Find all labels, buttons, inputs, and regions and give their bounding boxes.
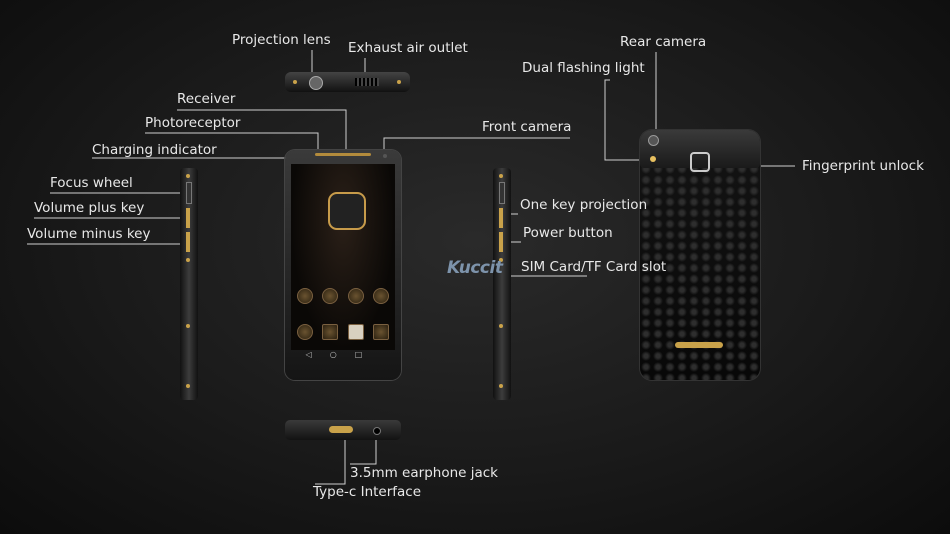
label-dual-flashing-light: Dual flashing light xyxy=(522,60,645,76)
gold-screw xyxy=(293,80,297,84)
one-key-projection-button xyxy=(499,208,503,228)
phone-icon xyxy=(297,324,313,340)
label-front-camera: Front camera xyxy=(482,119,572,135)
front-camera-icon xyxy=(383,154,387,158)
projector-top-view xyxy=(285,72,410,92)
type-c-port-icon xyxy=(329,426,353,433)
app-icon xyxy=(347,288,364,304)
label-focus-wheel: Focus wheel xyxy=(50,175,133,191)
label-power-button: Power button xyxy=(523,225,613,241)
app-icon xyxy=(297,288,313,304)
label-projection-lens: Projection lens xyxy=(232,32,331,48)
label-volume-minus-key: Volume minus key xyxy=(27,226,151,242)
power-button xyxy=(499,232,503,252)
label-rear-camera: Rear camera xyxy=(620,34,707,50)
flash-icon xyxy=(650,156,656,162)
earphone-jack-icon xyxy=(373,427,381,435)
gold-screw xyxy=(186,174,190,178)
exhaust-vent-icon xyxy=(355,78,379,86)
volume-minus-key xyxy=(186,232,190,252)
phone-screen xyxy=(291,164,395,350)
fingerprint-sensor-icon xyxy=(690,152,710,172)
label-exhaust-air-outlet: Exhaust air outlet xyxy=(348,40,468,56)
gold-screw xyxy=(186,258,190,262)
label-sim-tf-slot: SIM Card/TF Card slot xyxy=(521,259,667,275)
label-type-c: Type-c Interface xyxy=(313,484,422,500)
label-photoreceptor: Photoreceptor xyxy=(145,115,241,131)
app-icon xyxy=(372,288,389,304)
receiver-grille xyxy=(315,153,371,156)
label-one-key-projection: One key projection xyxy=(520,197,648,213)
gold-screw xyxy=(499,174,503,178)
gold-screw xyxy=(397,80,401,84)
nav-bar: ◁○□ xyxy=(305,350,381,359)
brand-logo: Kuccit xyxy=(447,258,503,278)
label-fingerprint-unlock: Fingerprint unlock xyxy=(802,158,924,174)
phone-front-view: ◁○□ xyxy=(285,150,401,380)
label-earphone-jack: 3.5mm earphone jack xyxy=(350,465,498,481)
video-icon xyxy=(372,324,389,340)
gold-screw xyxy=(499,324,503,328)
label-volume-plus-key: Volume plus key xyxy=(34,200,145,216)
clock-widget xyxy=(328,192,366,230)
app-icon xyxy=(322,288,339,304)
volume-plus-key xyxy=(186,208,190,228)
projection-lens-icon xyxy=(309,76,323,90)
label-receiver: Receiver xyxy=(177,91,236,107)
sim-tray xyxy=(499,182,505,204)
phone-right-side-view xyxy=(493,168,511,400)
label-charging-indicator: Charging indicator xyxy=(92,142,217,158)
gold-screw xyxy=(499,384,503,388)
mail-icon xyxy=(347,324,364,340)
dock-row xyxy=(297,324,389,340)
phone-left-side-view xyxy=(180,168,198,400)
app-row xyxy=(297,288,389,304)
gold-nameplate xyxy=(675,342,723,348)
gold-screw xyxy=(186,384,190,388)
recorder-icon xyxy=(322,324,339,340)
gold-screw xyxy=(186,324,190,328)
focus-wheel xyxy=(186,182,192,204)
phone-bottom-view xyxy=(285,420,401,440)
phone-back-view xyxy=(640,130,760,380)
rear-camera-icon xyxy=(648,135,659,146)
